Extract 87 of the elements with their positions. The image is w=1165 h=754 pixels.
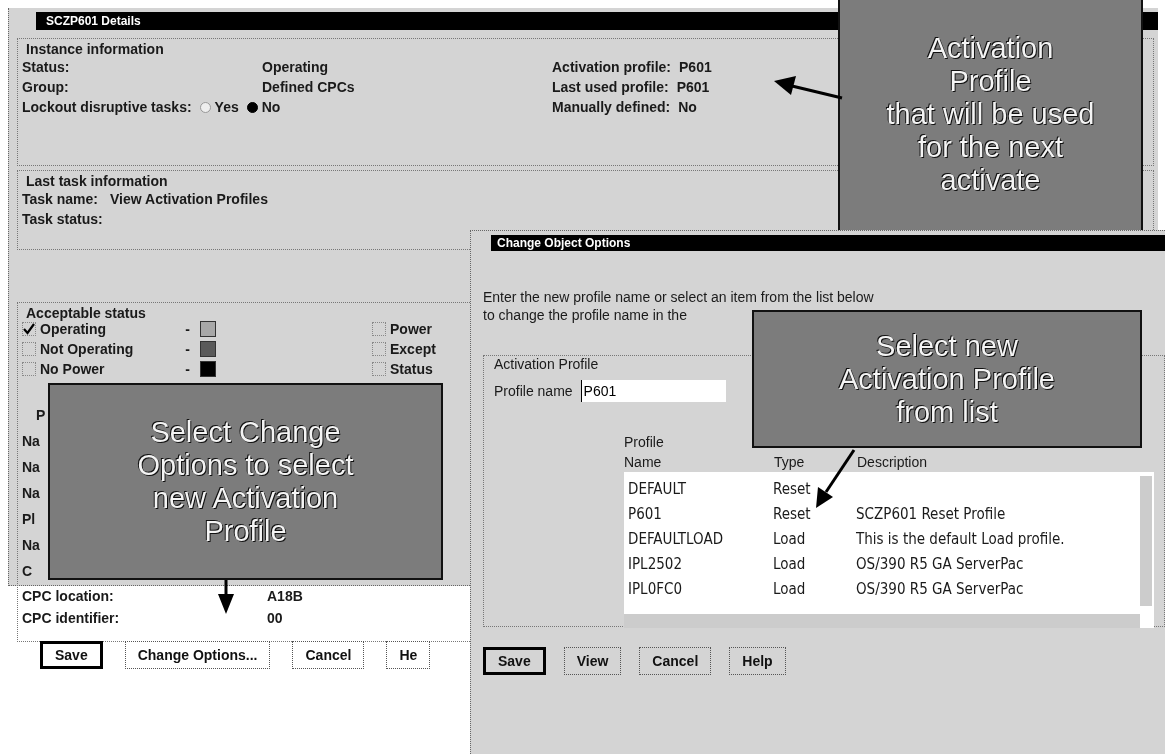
group-label: P: [35, 407, 46, 423]
dialog-button[interactable]: Change Options...: [124, 641, 271, 669]
field-label: Na: [22, 485, 40, 501]
field-label: Group:: [22, 79, 70, 95]
radio-label[interactable]: No: [261, 99, 281, 115]
list-cell-text: OS/390 R5 GA ServerPac: [856, 554, 1025, 573]
instruction-text: to change the profile name in the: [483, 307, 688, 323]
list-cell-text: IPL2502: [628, 554, 683, 573]
field-value: P601: [676, 79, 710, 95]
field-label: CPC location:: [22, 588, 115, 604]
list-cell-text: OS/390 R5 GA ServerPac: [856, 579, 1025, 598]
checkbox[interactable]: [372, 362, 386, 376]
column-header: Description: [857, 453, 929, 472]
list-cell-text: DEFAULT: [628, 479, 688, 498]
field-label: Status:: [22, 59, 71, 75]
list-cell-text: SCZP601 Reset Profile: [856, 504, 1007, 523]
group-label: Acceptable status: [25, 305, 146, 321]
checkbox[interactable]: [372, 322, 386, 336]
dialog-button[interactable]: Save: [40, 641, 103, 669]
arrow: [816, 449, 856, 508]
field-label: C: [22, 563, 33, 579]
checkbox[interactable]: [22, 342, 36, 356]
list-cell-text: IPL0FC0: [628, 579, 683, 598]
checkbox-label[interactable]: Not Operating: [40, 341, 160, 357]
field-value: View Activation Profiles: [110, 191, 268, 207]
list-cell-text: Reset: [773, 479, 812, 498]
dash-text: -: [184, 361, 190, 377]
group-label: Last task information: [25, 173, 168, 189]
dialog-button[interactable]: Cancel: [639, 647, 712, 675]
field-label: CPC identifier:: [22, 610, 121, 626]
list-cell-text: Load: [773, 554, 807, 573]
profile-list[interactable]: DEFAULT Reset P601 Reset SCZP601 Reset Profile DEFAULTLOAD Load This is the default Load profile. IPL2502 Load OS/390 R5 GA ServerPac IPL0FC0 Load OS/390 R5 GA ServerPac: [624, 472, 1154, 628]
checkbox[interactable]: [22, 362, 36, 376]
dialog-button[interactable]: Cancel: [292, 641, 365, 669]
horizontal-scrollbar[interactable]: [624, 614, 1140, 628]
dash-text: -: [184, 341, 190, 357]
field-value: 00: [267, 610, 283, 626]
instruction-text: Enter the new profile name or select an item from the list below: [483, 289, 875, 305]
field-value: No: [678, 99, 697, 115]
list-cell-text: Load: [773, 579, 807, 598]
list-cell-text: DEFAULTLOAD: [628, 529, 725, 548]
dialog-button[interactable]: Help: [729, 647, 786, 675]
list-cell-text: This is the default Load profile.: [856, 529, 1066, 548]
field-label: Activation profile:: [552, 59, 671, 75]
field-value: Defined CPCs: [262, 79, 355, 95]
checkbox-label[interactable]: Operating: [40, 321, 160, 337]
field-label: Profile name: [494, 383, 573, 399]
callout-text: Activation Profile that will be used for the next activate: [886, 32, 1095, 197]
checkbox-label[interactable]: Power: [390, 321, 432, 337]
checkbox-label[interactable]: Except: [390, 341, 436, 357]
field-label: Task name:: [22, 191, 98, 207]
window-title: Change Object Options: [491, 235, 1165, 251]
radio-button[interactable]: [199, 101, 211, 113]
dialog-button[interactable]: Save: [483, 647, 546, 675]
field-label: Task status:: [22, 211, 103, 227]
field-value: P601: [679, 59, 712, 75]
field-label: Last used profile:: [552, 79, 669, 95]
list-cell-text: Load: [773, 529, 807, 548]
checkbox-label[interactable]: No Power: [40, 361, 160, 377]
arrow: [774, 76, 843, 100]
list-cell-text: P601: [628, 504, 663, 523]
group-label: Activation Profile: [494, 356, 599, 372]
checkbox[interactable]: [22, 322, 36, 336]
radio-label[interactable]: Yes: [214, 99, 239, 115]
vertical-scrollbar[interactable]: [1140, 476, 1152, 606]
field-label: Na: [22, 433, 40, 449]
field-value: A18B: [267, 588, 303, 604]
column-header: Profile Name: [624, 433, 665, 472]
group-label: Instance information: [25, 41, 164, 57]
callout-text: Select Change Options to select new Activation Profile: [137, 415, 354, 548]
field-value: Operating: [262, 59, 329, 75]
checkbox[interactable]: [372, 342, 386, 356]
column-header: Type: [774, 453, 806, 472]
dialog-button[interactable]: View: [563, 647, 622, 675]
profile-name-field[interactable]: P601: [580, 380, 726, 402]
dialog-button[interactable]: He: [386, 641, 431, 669]
radio-button[interactable]: [246, 101, 258, 113]
field-label: Lockout disruptive tasks:: [22, 99, 192, 115]
callout-text: Select new Activation Profile from list: [839, 329, 1055, 429]
list-cell-text: Reset: [773, 504, 812, 523]
field-label: Na: [22, 459, 40, 475]
checkbox-label[interactable]: Status: [390, 361, 433, 377]
arrow: [218, 580, 234, 614]
field-label: Manually defined:: [552, 99, 671, 115]
field-label: Pl: [22, 511, 36, 527]
field-label: Na: [22, 537, 40, 553]
dash-text: -: [184, 321, 190, 337]
